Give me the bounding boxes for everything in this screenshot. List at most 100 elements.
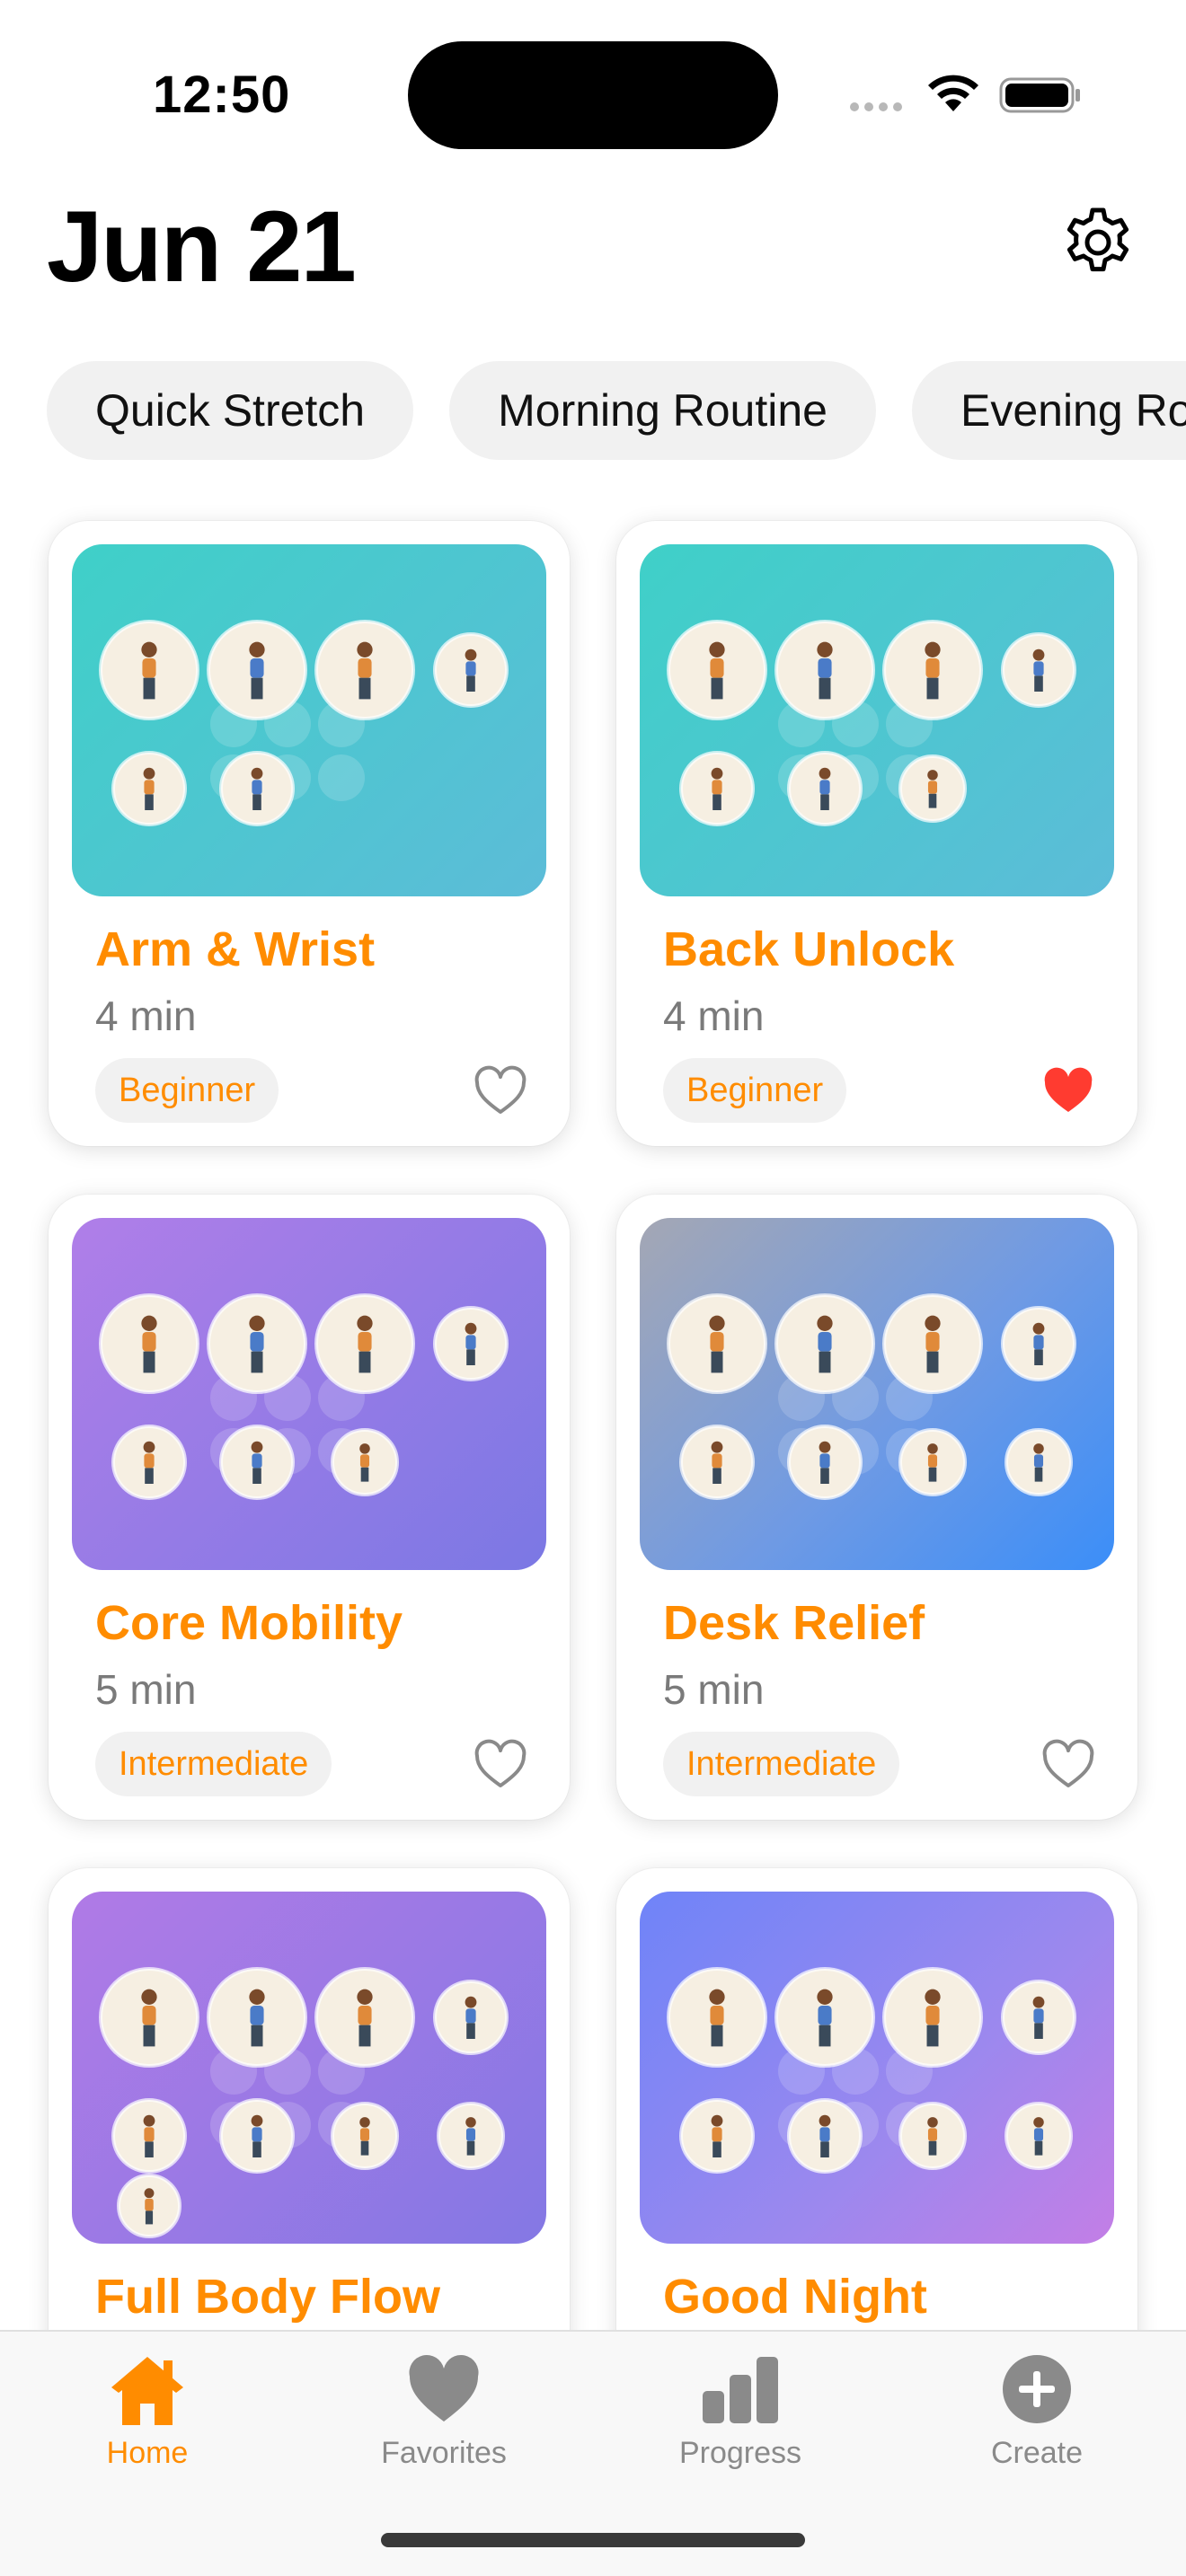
pose-thumbnail (882, 1293, 983, 1394)
pose-thumbnail (207, 1967, 307, 2068)
routine-duration: 5 min (95, 1666, 197, 1713)
pose-thumbnail (679, 2098, 755, 2174)
pose-thumbnail (314, 620, 415, 720)
routine-card-desk-relief[interactable]: Desk Relief 5 min Intermediate (616, 1195, 1137, 1820)
level-badge: Intermediate (95, 1732, 332, 1796)
pose-thumbnail (667, 620, 767, 720)
pose-thumbnail (99, 620, 199, 720)
pose-thumbnail (99, 1293, 199, 1394)
pose-thumbnail (898, 2102, 967, 2170)
level-badge: Beginner (663, 1058, 847, 1123)
routine-card-core-mobility[interactable]: Core Mobility 5 min Intermediate (49, 1195, 570, 1820)
routine-duration: 4 min (663, 992, 765, 1039)
pose-thumbnail (117, 2174, 181, 2238)
gear-icon[interactable] (1060, 205, 1136, 280)
pose-thumbnail (111, 751, 187, 826)
routine-hero-image (640, 544, 1114, 896)
chip-evening-routine[interactable]: Evening Routine (911, 361, 1186, 460)
pose-thumbnail (679, 1425, 755, 1500)
bar-chart-icon (703, 2357, 778, 2423)
house-icon (111, 2357, 183, 2425)
tab-label: Home (106, 2436, 189, 2470)
category-chips: Quick Stretch Morning Routine Evening Ro… (47, 361, 1186, 460)
plus-circle-icon (1003, 2355, 1071, 2423)
pose-thumbnail (433, 1306, 509, 1381)
routine-title: Back Unlock (663, 922, 955, 976)
pose-thumbnail (787, 1425, 863, 1500)
battery-icon (999, 77, 1080, 113)
routine-title: Core Mobility (95, 1596, 403, 1650)
pose-thumbnail (898, 754, 967, 823)
pose-thumbnail (1005, 1428, 1073, 1496)
pose-thumbnail (898, 1428, 967, 1496)
pose-thumbnail (774, 1293, 875, 1394)
pose-thumbnail (111, 1425, 187, 1500)
pose-thumbnail (679, 751, 755, 826)
routine-title: Good Night (663, 2270, 927, 2324)
tab-progress[interactable]: Progress (633, 2332, 848, 2502)
routine-hero-image (72, 1218, 546, 1570)
heart-icon (409, 2354, 479, 2422)
pose-thumbnail (433, 1980, 509, 2055)
pose-thumbnail (433, 632, 509, 708)
page-title: Jun 21 (47, 190, 357, 303)
signal-icon (850, 102, 902, 111)
pose-thumbnail (882, 620, 983, 720)
pose-thumbnail (1001, 632, 1076, 708)
pose-thumbnail (207, 1293, 307, 1394)
level-badge: Beginner (95, 1058, 279, 1123)
heart-filled-icon[interactable] (1040, 1065, 1096, 1117)
chip-morning-routine[interactable]: Morning Routine (449, 361, 876, 460)
tab-favorites[interactable]: Favorites (336, 2332, 552, 2502)
pose-thumbnail (219, 1425, 295, 1500)
pose-thumbnail (219, 751, 295, 826)
pose-thumbnail (667, 1293, 767, 1394)
status-time: 12:50 (153, 66, 291, 124)
pose-illustrations (667, 1967, 1076, 2174)
pose-thumbnail (331, 2102, 399, 2170)
routine-hero-image (640, 1218, 1114, 1570)
pose-thumbnail (1001, 1306, 1076, 1381)
routine-title: Arm & Wrist (95, 922, 376, 976)
pose-thumbnail (219, 2098, 295, 2174)
home-indicator (381, 2533, 805, 2547)
tab-create[interactable]: Create (929, 2332, 1145, 2502)
home-screen: 12:50 Jun 21 Quick Stretch Morning Routi… (0, 0, 1186, 2576)
routine-hero-image (640, 1892, 1114, 2244)
pose-illustrations (99, 1967, 509, 2238)
routine-hero-image (72, 1892, 546, 2244)
pose-thumbnail (882, 1967, 983, 2068)
chip-quick-stretch[interactable]: Quick Stretch (47, 361, 414, 460)
tab-home[interactable]: Home (40, 2332, 255, 2502)
pose-thumbnail (207, 620, 307, 720)
heart-outline-icon[interactable] (473, 1065, 528, 1117)
routine-title: Full Body Flow (95, 2270, 440, 2324)
routine-hero-image (72, 544, 546, 896)
pose-thumbnail (1005, 2102, 1073, 2170)
pose-illustrations (99, 1293, 509, 1500)
heart-outline-icon[interactable] (1040, 1739, 1096, 1791)
tab-label: Favorites (381, 2436, 507, 2470)
routine-title: Desk Relief (663, 1596, 925, 1650)
pose-thumbnail (314, 1293, 415, 1394)
pose-thumbnail (437, 2102, 505, 2170)
wifi-icon (928, 75, 978, 111)
pose-thumbnail (787, 2098, 863, 2174)
routine-card-back-unlock[interactable]: Back Unlock 4 min Beginner (616, 521, 1137, 1146)
pose-thumbnail (1001, 1980, 1076, 2055)
pose-thumbnail (774, 1967, 875, 2068)
pose-illustrations (667, 1293, 1076, 1500)
routine-card-arm-wrist[interactable]: Arm & Wrist 4 min Beginner (49, 521, 570, 1146)
heart-outline-icon[interactable] (473, 1739, 528, 1791)
pose-thumbnail (331, 1428, 399, 1496)
routine-duration: 5 min (663, 1666, 765, 1713)
pose-thumbnail (111, 2098, 187, 2174)
pose-thumbnail (667, 1967, 767, 2068)
tab-label: Progress (678, 2436, 802, 2470)
tab-label: Create (990, 2436, 1084, 2470)
pose-illustrations (667, 620, 1076, 826)
pose-thumbnail (774, 620, 875, 720)
pose-thumbnail (99, 1967, 199, 2068)
pose-thumbnail (787, 751, 863, 826)
dynamic-island (408, 41, 778, 149)
